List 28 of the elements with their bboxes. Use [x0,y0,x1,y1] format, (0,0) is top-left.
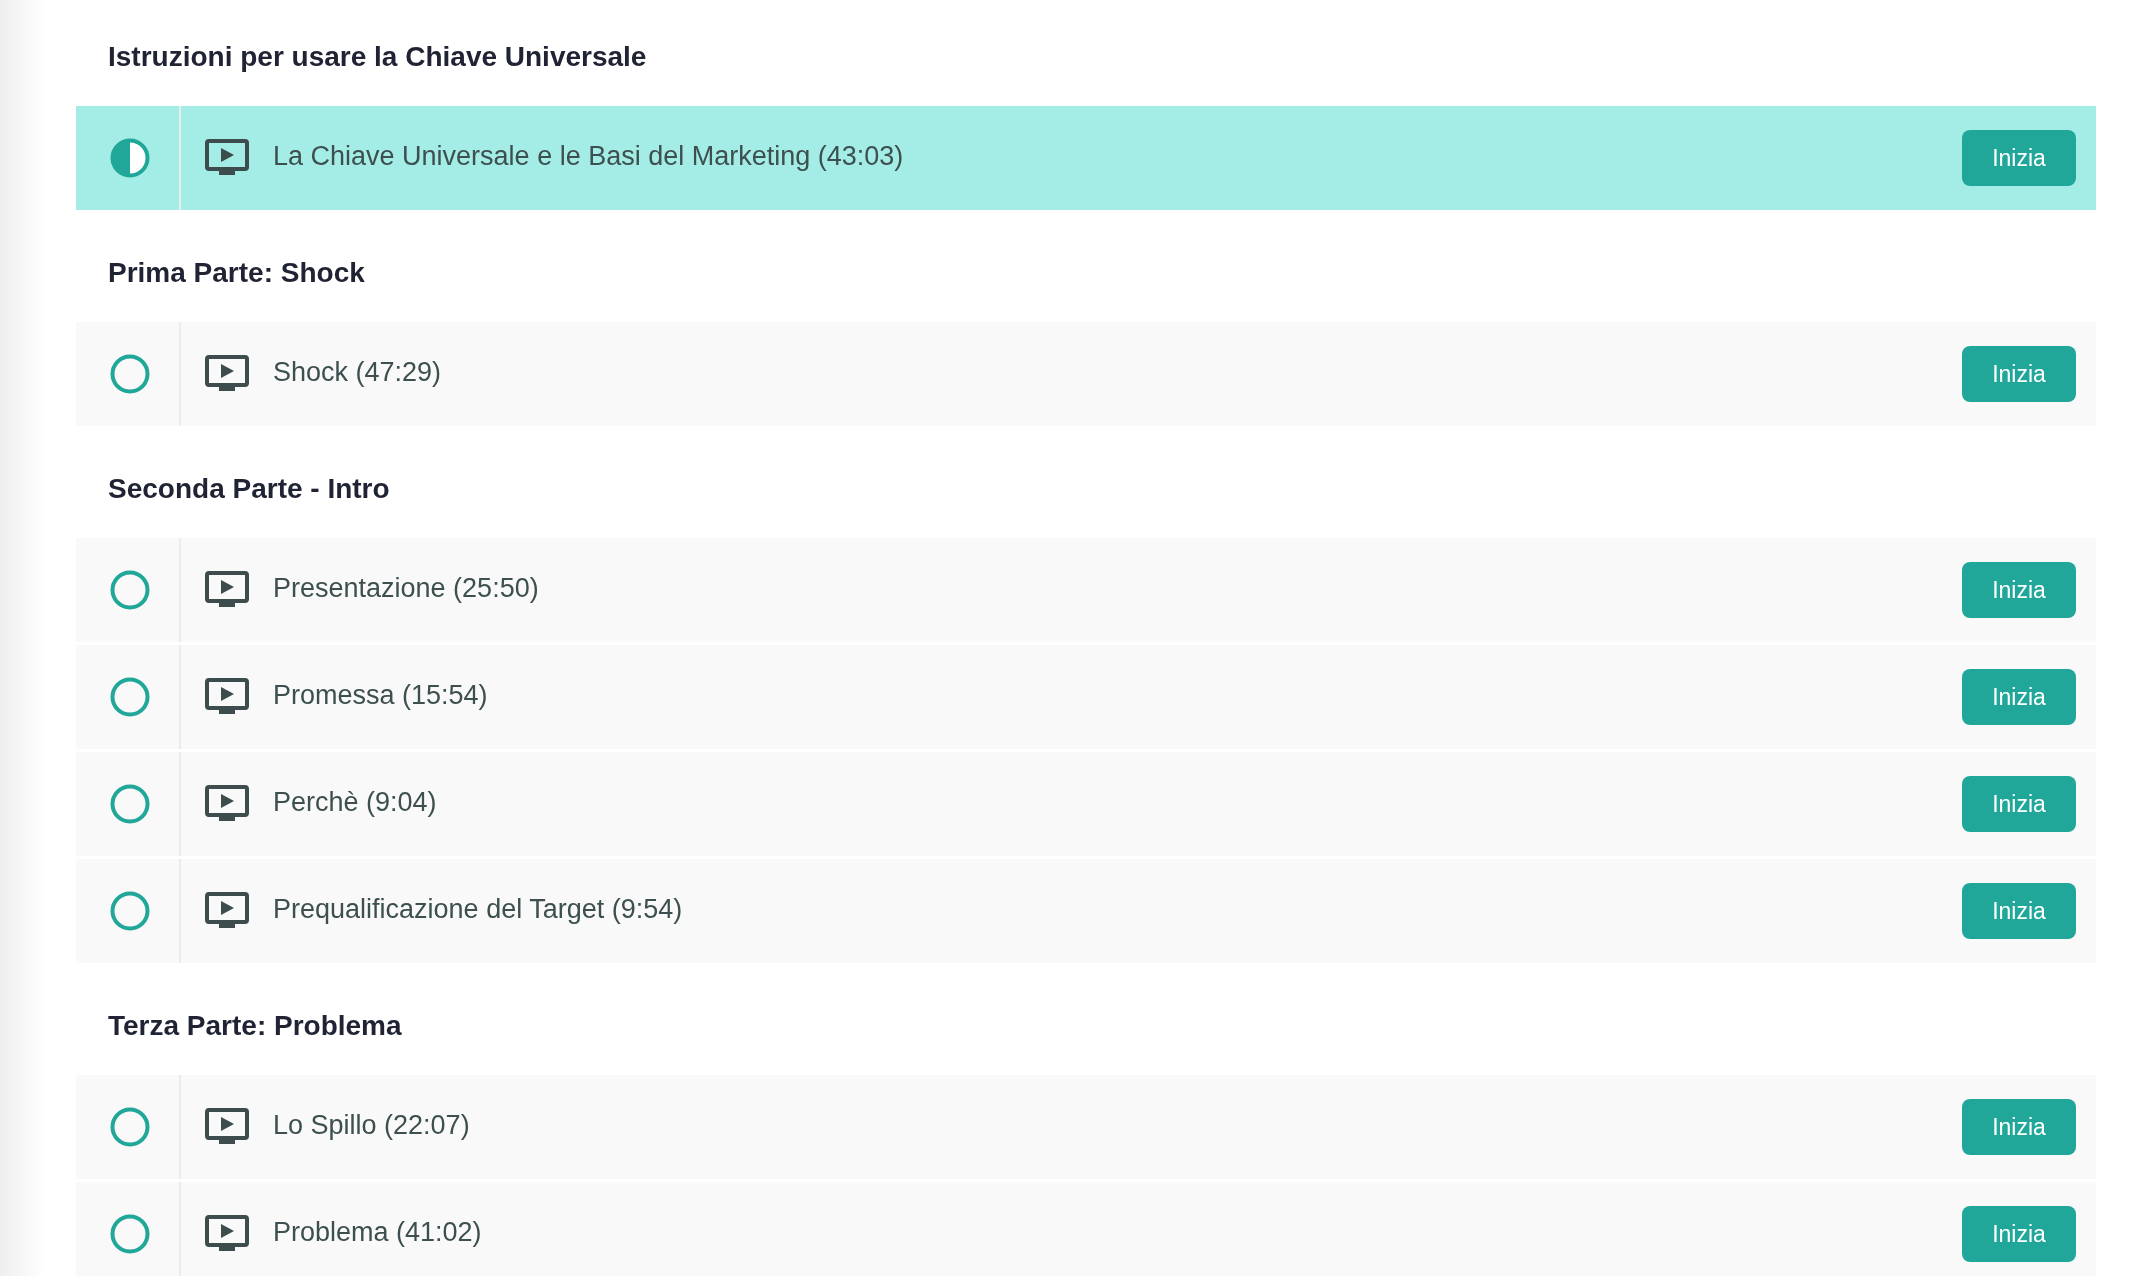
video-screen-icon [205,355,249,393]
video-screen-icon [205,1215,249,1253]
lesson-title: Promessa (15:54) [273,678,489,712]
video-screen-icon [205,139,249,177]
video-screen-icon [205,571,249,609]
lesson-title: Shock (47:29) [273,355,443,389]
lesson-row[interactable]: Shock (47:29) Inizia [76,322,2096,426]
section-heading: Terza Parte: Problema [107,1009,402,1043]
lesson-row[interactable]: Lo Spillo (22:07) Inizia [76,1075,2096,1179]
video-screen-icon [205,892,249,930]
lesson-row[interactable]: Problema (41:02) Inizia [76,1182,2096,1276]
lesson-title: La Chiave Universale e le Basi del Marketing (43:03) [273,139,905,173]
lesson-title: Presentazione (25:50) [273,571,540,605]
lesson-title: Lo Spillo (22:07) [273,1108,471,1142]
lesson-row[interactable]: La Chiave Universale e le Basi del Marketing (43:03) Inizia [76,106,2096,210]
video-screen-icon [205,785,249,823]
lesson-row[interactable]: Promessa (15:54) Inizia [76,645,2096,749]
video-screen-icon [205,678,249,716]
lesson-row[interactable]: Perchè (9:04) Inizia [76,752,2096,856]
video-screen-icon [205,1108,249,1146]
section-heading: Istruzioni per usare la Chiave Universale [107,40,647,74]
lesson-title: Prequalificazione del Target (9:54) [273,892,684,926]
section-heading: Seconda Parte - Intro [107,472,390,506]
lesson-row[interactable]: Prequalificazione del Target (9:54) Inizia [76,859,2096,963]
lesson-title: Perchè (9:04) [273,785,438,819]
section-heading: Prima Parte: Shock [107,256,365,290]
lesson-row[interactable]: Presentazione (25:50) Inizia [76,538,2096,642]
lesson-title: Problema (41:02) [273,1215,483,1249]
